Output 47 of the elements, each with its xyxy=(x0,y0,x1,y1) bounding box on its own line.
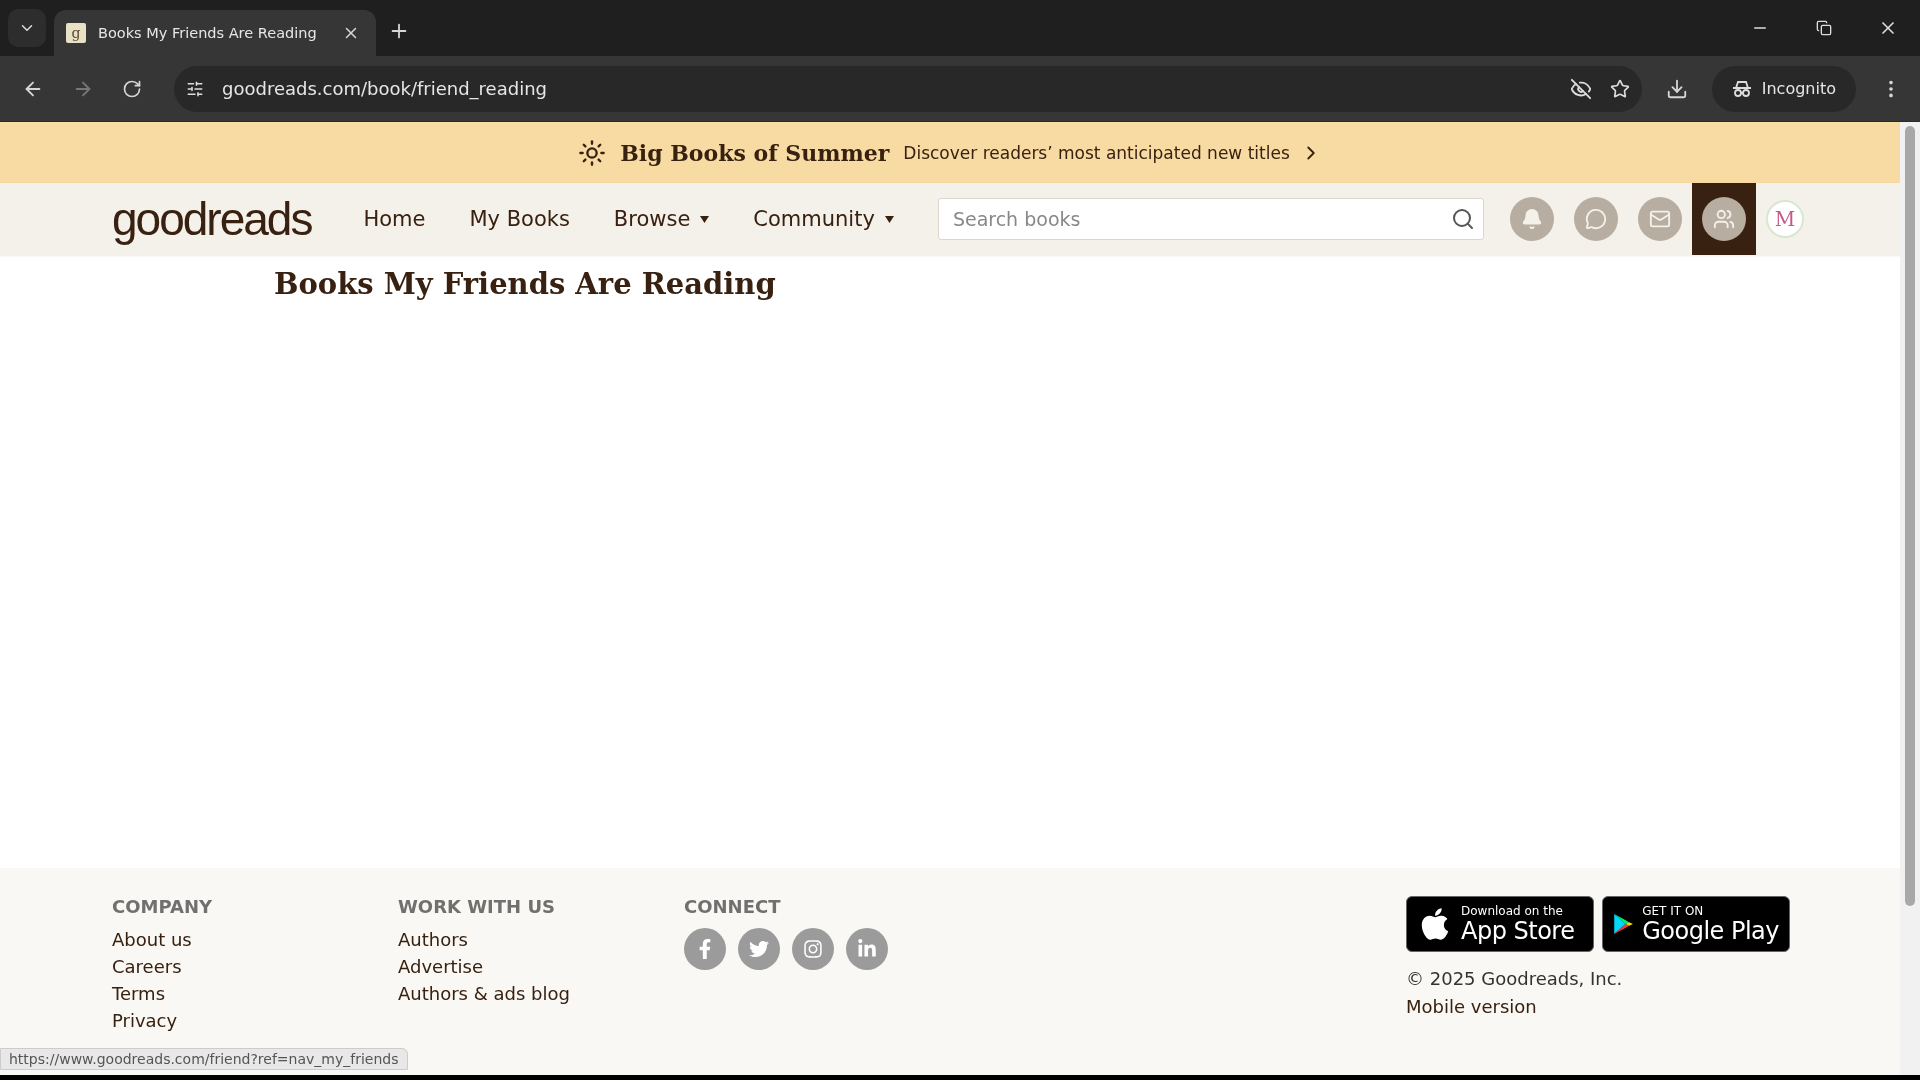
footer-link[interactable]: Authors xyxy=(398,928,468,952)
status-tooltip: https://www.goodreads.com/friend?ref=nav_my_friends xyxy=(0,1048,408,1070)
tab-title: Books My Friends Are Reading xyxy=(98,25,318,41)
search-icon[interactable] xyxy=(1450,207,1475,231)
nav-link[interactable]: My Books xyxy=(447,207,592,231)
instagram-icon[interactable] xyxy=(792,928,834,970)
app-store-badge[interactable]: Download on the App Store xyxy=(1406,896,1594,952)
friends-button[interactable] xyxy=(1691,183,1756,255)
chat-bubble-icon xyxy=(1584,208,1607,230)
footer-link[interactable]: About us xyxy=(112,928,192,952)
profile-avatar[interactable]: M xyxy=(1765,200,1804,238)
footer-link[interactable]: Authors & ads blog xyxy=(398,982,570,1006)
favicon: g xyxy=(66,23,86,43)
nav-link[interactable]: Home xyxy=(341,207,448,231)
browser-tab[interactable]: g Books My Friends Are Reading xyxy=(54,10,376,56)
incognito-icon xyxy=(1731,79,1752,98)
footer-heading: CONNECT xyxy=(684,896,781,917)
tab-list-button[interactable] xyxy=(8,9,46,47)
copyright-text: © 2025 Goodreads, Inc. xyxy=(1406,968,1624,989)
banner-link[interactable]: Discover readers’ most anticipated new titles xyxy=(903,141,1322,164)
linkedin-icon[interactable] xyxy=(846,928,888,970)
goodreads-logo[interactable]: goodreads xyxy=(112,192,312,246)
page-title: Books My Friends Are Reading xyxy=(274,267,777,301)
scrollbar[interactable] xyxy=(1900,122,1920,1075)
nav-link[interactable]: Browse xyxy=(591,207,732,231)
site-settings-icon[interactable] xyxy=(186,79,204,98)
nav-link[interactable]: Community xyxy=(731,207,916,231)
bell-icon xyxy=(1520,208,1543,230)
mail-icon xyxy=(1648,208,1671,230)
url-text: goodreads.com/book/friend_reading xyxy=(222,78,548,99)
address-bar[interactable]: goodreads.com/book/friend_reading xyxy=(174,65,1642,112)
footer-link[interactable]: Terms xyxy=(112,982,165,1006)
banner-title[interactable]: Big Books of Summer xyxy=(620,139,890,166)
footer-link[interactable]: Careers xyxy=(112,955,182,979)
footer-link[interactable]: Advertise xyxy=(398,955,484,979)
footer-link[interactable]: Privacy xyxy=(112,1009,178,1033)
eye-off-icon[interactable] xyxy=(1569,77,1592,100)
bookmark-star-icon[interactable] xyxy=(1609,78,1630,99)
footer-heading: WORK WITH US xyxy=(398,896,555,917)
facebook-icon[interactable] xyxy=(684,928,726,970)
google-play-badge[interactable]: GET IT ON Google Play xyxy=(1602,896,1790,952)
search-box[interactable]: Search books xyxy=(937,198,1484,240)
footer-heading: COMPANY xyxy=(112,896,212,917)
people-icon xyxy=(1712,208,1735,230)
mobile-version-link[interactable]: Mobile version xyxy=(1406,995,1790,1019)
twitter-icon[interactable] xyxy=(738,928,780,970)
incognito-button[interactable]: Incognito xyxy=(1711,65,1856,112)
